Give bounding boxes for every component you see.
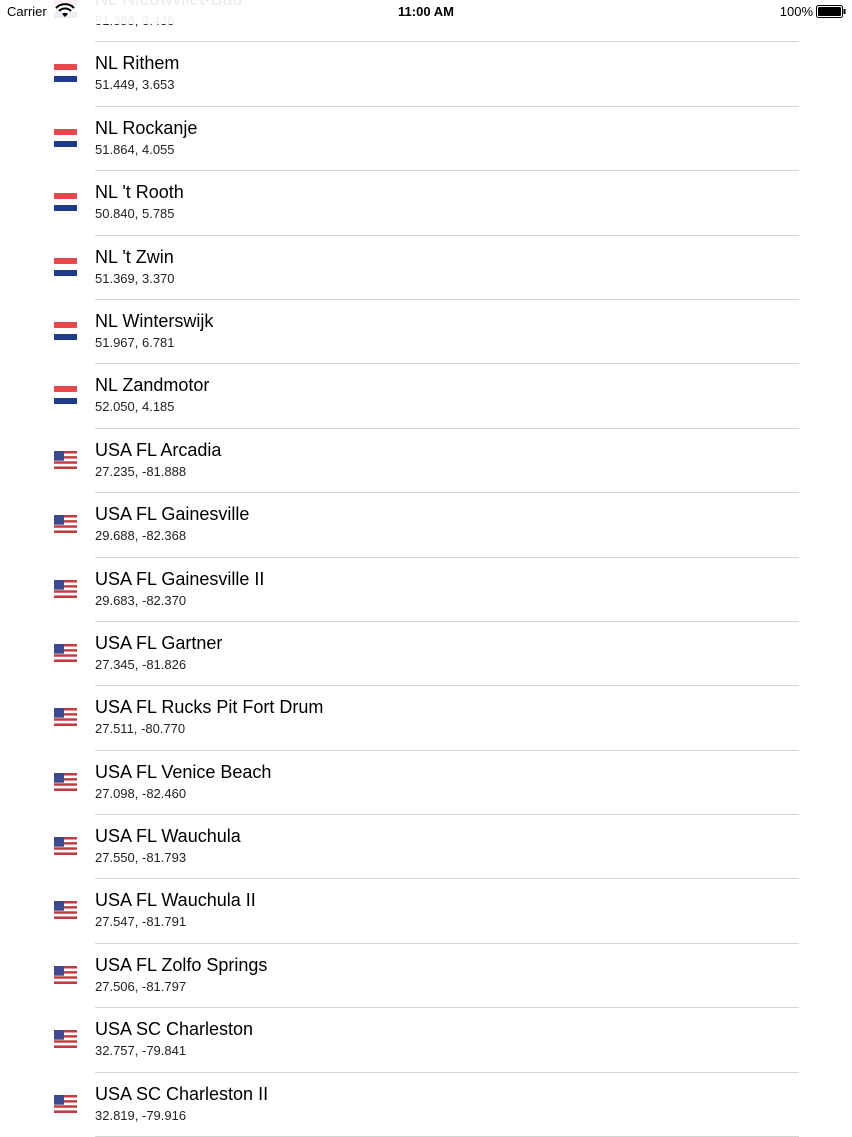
usa-flag-icon: [54, 515, 77, 534]
location-coordinates: 27.506, -81.797: [95, 978, 187, 994]
location-name: NL 't Zwin: [95, 246, 174, 267]
location-coordinates: 51.449, 3.653: [95, 77, 175, 93]
usa-flag-icon: [54, 965, 77, 984]
list-item[interactable]: NL Rockanje 51.864, 4.055: [0, 107, 852, 172]
location-name: USA FL Gainesville II: [95, 568, 265, 589]
location-coordinates: 29.688, -82.368: [95, 528, 187, 544]
battery-icon: [816, 5, 846, 18]
list-item[interactable]: USA FL Gartner 27.345, -81.826: [0, 622, 852, 687]
usa-flag-icon: [54, 1030, 77, 1049]
location-coordinates: 27.550, -81.793: [95, 850, 187, 866]
netherlands-flag-icon: [54, 193, 77, 212]
usa-flag-icon: [54, 450, 77, 469]
list-item[interactable]: NL Rithem 51.449, 3.653: [0, 42, 852, 107]
location-name: USA FL Wauchula: [95, 826, 241, 847]
list-item[interactable]: USA FL Wauchula 27.550, -81.793: [0, 815, 852, 880]
location-coordinates: 52.050, 4.185: [95, 399, 175, 415]
list-item[interactable]: USA FL Venice Beach 27.098, -82.460: [0, 751, 852, 816]
location-name: NL Winterswijk: [95, 310, 214, 331]
list-item[interactable]: NL 't Rooth 50.840, 5.785: [0, 171, 852, 236]
location-coordinates: 27.235, -81.888: [95, 463, 187, 479]
location-coordinates: 27.098, -82.460: [95, 785, 187, 801]
location-name: USA FL Gainesville: [95, 504, 250, 525]
location-coordinates: 51.864, 4.055: [95, 141, 175, 157]
location-name: USA FL Rucks Pit Fort Drum: [95, 697, 324, 718]
list-item[interactable]: NL Zandmotor 52.050, 4.185: [0, 364, 852, 429]
location-name: NL Rithem: [95, 53, 180, 74]
list-item[interactable]: NL Winterswijk 51.967, 6.781: [0, 300, 852, 365]
list-item[interactable]: USA FL Zolfo Springs 27.506, -81.797: [0, 944, 852, 1009]
netherlands-flag-icon: [54, 257, 77, 276]
location-name: USA FL Zolfo Springs: [95, 954, 268, 975]
location-coordinates: 32.819, -79.916: [95, 1107, 187, 1123]
location-name: USA FL Gartner: [95, 632, 223, 653]
location-list: NL Nieuwvliet-Bad51.388, 3.438NL Rithem5…: [0, 0, 852, 1137]
status-time: 11:00 AM: [398, 4, 454, 19]
list-item[interactable]: NL 't Zwin 51.369, 3.370: [0, 236, 852, 300]
list-item[interactable]: USA SC Charleston II 32.819, -79.916: [0, 1073, 852, 1137]
list-item[interactable]: USA FL Arcadia 27.235, -81.888: [0, 429, 852, 494]
location-coordinates: 50.840, 5.785: [95, 206, 175, 222]
usa-flag-icon: [54, 901, 77, 920]
location-coordinates: 29.683, -82.370: [95, 592, 187, 608]
usa-flag-icon: [54, 772, 77, 791]
location-name: USA SC Charleston: [95, 1019, 254, 1040]
location-coordinates: 27.547, -81.791: [95, 914, 187, 930]
location-coordinates: 32.757, -79.841: [95, 1043, 187, 1059]
list-item[interactable]: USA FL Wauchula II 27.547, -81.791: [0, 879, 852, 944]
netherlands-flag-icon: [54, 321, 77, 340]
battery-percent: 100%: [779, 4, 813, 19]
location-name: NL Rockanje: [95, 117, 198, 138]
usa-flag-icon: [54, 1094, 77, 1113]
netherlands-flag-icon: [54, 64, 77, 83]
location-name: NL 't Rooth: [95, 182, 184, 203]
list-item[interactable]: USA FL Gainesville II 29.683, -82.370: [0, 558, 852, 622]
location-coordinates: 51.369, 3.370: [95, 270, 175, 286]
netherlands-flag-icon: [54, 128, 77, 147]
location-name: USA SC Charleston II: [95, 1083, 269, 1104]
location-name: USA FL Venice Beach: [95, 761, 272, 782]
location-coordinates: 51.967, 6.781: [95, 334, 175, 350]
usa-flag-icon: [54, 837, 77, 856]
list-item[interactable]: USA SC Charleston 32.757, -79.841: [0, 1008, 852, 1073]
location-coordinates: 27.511, -80.770: [95, 721, 186, 737]
usa-flag-icon: [54, 643, 77, 662]
list-item[interactable]: USA FL Rucks Pit Fort Drum 27.511, -80.77…: [0, 686, 852, 751]
usa-flag-icon: [54, 579, 77, 598]
location-coordinates: 27.345, -81.826: [95, 656, 187, 672]
netherlands-flag-icon: [54, 386, 77, 405]
status-bar: Carrier 11:00 AM 100%: [0, 0, 852, 24]
location-name: NL Zandmotor: [95, 375, 210, 396]
usa-flag-icon: [54, 708, 77, 727]
location-name: USA FL Arcadia: [95, 439, 222, 460]
list-item[interactable]: USA FL Gainesville 29.688, -82.368: [0, 493, 852, 558]
location-name: USA FL Wauchula II: [95, 890, 256, 911]
